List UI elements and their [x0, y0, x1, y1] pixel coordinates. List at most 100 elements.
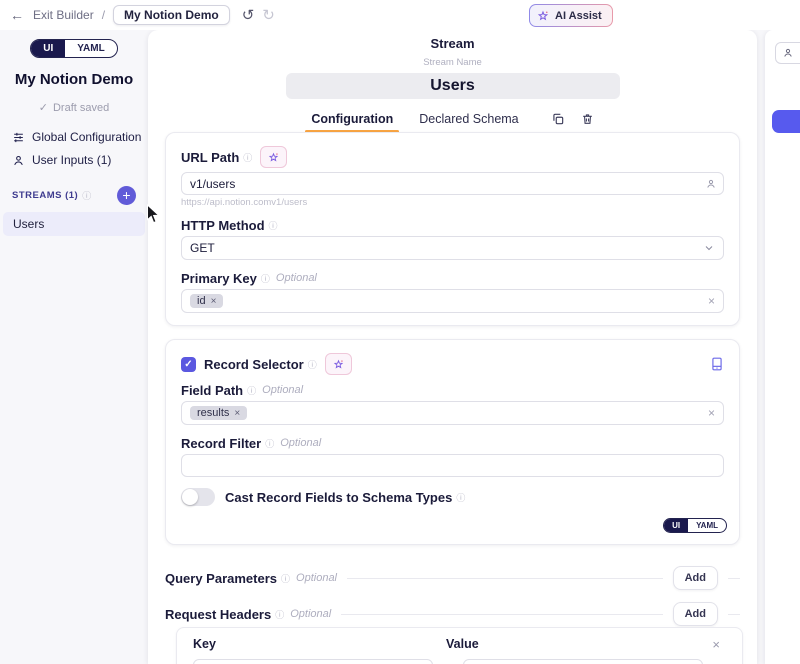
streams-header: STREAMS (1)	[12, 190, 78, 201]
testing-panel	[765, 30, 800, 664]
user-provided-icon[interactable]	[705, 178, 717, 190]
check-icon: ✓	[39, 101, 48, 114]
panel-title: Stream	[148, 36, 757, 51]
project-name-input[interactable]: My Notion Demo	[113, 5, 230, 25]
info-icon[interactable]: ⓘ	[456, 491, 465, 504]
copy-icon[interactable]	[551, 112, 565, 126]
value-label: Value	[446, 637, 479, 651]
clear-tags-icon[interactable]: ×	[708, 406, 715, 420]
http-method-select[interactable]: GET	[181, 236, 724, 260]
info-icon[interactable]: ⓘ	[281, 572, 290, 585]
divider	[341, 614, 662, 615]
url-path-label: URL Path	[181, 150, 239, 165]
field-path-label: Field Path	[181, 383, 243, 398]
request-headers-section: Request Headers ⓘ Optional Add	[165, 600, 740, 628]
divider	[347, 578, 663, 579]
sidebar-item-user-inputs[interactable]: User Inputs (1)	[12, 153, 148, 167]
record-selector-card: ✓ Record Selector ⓘ Field Path ⓘ Optiona…	[165, 339, 740, 545]
undo-icon[interactable]: ↺	[242, 6, 255, 24]
toggle-ui[interactable]: UI	[31, 40, 65, 57]
test-stream-button[interactable]	[772, 110, 800, 133]
builder-sidebar: UI YAML My Notion Demo ✓ Draft saved Glo…	[0, 30, 148, 664]
top-bar: ← Exit Builder / My Notion Demo ↺ ↻ AI A…	[0, 0, 800, 30]
key-label: Key	[193, 637, 446, 651]
add-stream-button[interactable]: +	[117, 186, 136, 205]
record-filter-label: Record Filter	[181, 436, 261, 451]
optional-label: Optional	[296, 572, 337, 584]
ai-assist-button[interactable]: AI Assist	[529, 4, 613, 27]
optional-label: Optional	[290, 608, 331, 620]
record-selector-ui-yaml-toggle[interactable]: UI YAML	[663, 518, 727, 533]
optional-label: Optional	[280, 437, 321, 449]
record-filter-input[interactable]	[181, 454, 724, 477]
add-query-parameter-button[interactable]: Add	[673, 566, 718, 590]
primary-key-tag-input[interactable]: id × ×	[181, 289, 724, 313]
redo-icon[interactable]: ↻	[262, 6, 275, 24]
cast-fields-toggle[interactable]	[181, 488, 215, 506]
tag-chip-id[interactable]: id ×	[190, 294, 223, 308]
ai-suggest-button[interactable]	[325, 353, 352, 375]
tab-declared-schema[interactable]: Declared Schema	[419, 112, 518, 133]
sparkle-star-icon	[537, 10, 549, 22]
info-icon[interactable]: ⓘ	[243, 151, 252, 164]
info-icon[interactable]: ⓘ	[247, 384, 256, 397]
tab-configuration[interactable]: Configuration	[311, 112, 393, 133]
info-icon[interactable]: ⓘ	[275, 608, 284, 621]
sidebar-item-global-configuration[interactable]: Global Configuration	[12, 130, 148, 144]
info-icon[interactable]: ⓘ	[261, 272, 270, 285]
request-headers-label: Request Headers	[165, 607, 271, 622]
info-icon[interactable]: ⓘ	[269, 219, 278, 232]
chevron-down-icon	[703, 242, 715, 254]
user-icon	[12, 154, 25, 167]
field-path-tag-input[interactable]: results × ×	[181, 401, 724, 425]
stream-tabs: Configuration Declared Schema	[148, 112, 757, 133]
sidebar-item-stream-users[interactable]: Users	[3, 212, 145, 236]
request-header-row: Key Value ×	[176, 627, 743, 664]
breadcrumb-separator: /	[102, 8, 105, 22]
add-request-header-button[interactable]: Add	[673, 602, 718, 626]
query-parameters-section: Query Parameters ⓘ Optional Add	[165, 564, 740, 592]
divider	[728, 614, 740, 615]
remove-tag-icon[interactable]: ×	[234, 408, 240, 419]
clear-tags-icon[interactable]: ×	[708, 294, 715, 308]
request-card: URL Path ⓘ https://api.notion.comv1/user…	[165, 132, 740, 326]
url-path-input[interactable]	[181, 172, 724, 195]
remove-header-icon[interactable]: ×	[712, 637, 726, 652]
stream-config-panel: Stream Stream Name Users Configuration D…	[148, 30, 757, 664]
optional-label: Optional	[262, 384, 303, 396]
divider	[728, 578, 740, 579]
info-icon[interactable]: ⓘ	[265, 437, 274, 450]
header-value-input[interactable]	[463, 659, 703, 664]
info-icon[interactable]: ⓘ	[82, 189, 91, 202]
record-selector-label: Record Selector	[204, 357, 304, 372]
ai-suggest-button[interactable]	[260, 146, 287, 168]
docs-icon[interactable]	[710, 356, 724, 372]
http-method-label: HTTP Method	[181, 218, 265, 233]
stream-name-input[interactable]: Users	[286, 73, 620, 99]
stream-name-label: Stream Name	[148, 57, 757, 68]
primary-key-label: Primary Key	[181, 271, 257, 286]
user-icon	[782, 47, 794, 59]
sliders-icon	[12, 131, 25, 144]
ui-yaml-toggle[interactable]: UI YAML	[30, 39, 117, 58]
header-key-input[interactable]	[193, 659, 433, 664]
testing-values-button[interactable]	[775, 42, 800, 64]
url-preview-text: https://api.notion.comv1/users	[181, 197, 724, 207]
record-selector-checkbox[interactable]: ✓	[181, 357, 196, 372]
draft-status: ✓ Draft saved	[0, 101, 148, 114]
toggle-yaml[interactable]: YAML	[688, 519, 726, 532]
toggle-ui[interactable]: UI	[664, 519, 688, 532]
trash-icon[interactable]	[581, 112, 594, 126]
back-icon[interactable]: ←	[10, 7, 24, 23]
info-icon[interactable]: ⓘ	[308, 358, 317, 371]
cast-fields-label: Cast Record Fields to Schema Types	[225, 490, 452, 505]
toggle-yaml[interactable]: YAML	[65, 40, 116, 57]
connector-title: My Notion Demo	[0, 71, 148, 88]
optional-label: Optional	[276, 272, 317, 284]
remove-tag-icon[interactable]: ×	[211, 296, 217, 307]
exit-builder-link[interactable]: Exit Builder	[33, 8, 94, 22]
ai-assist-label: AI Assist	[555, 10, 602, 22]
query-parameters-label: Query Parameters	[165, 571, 277, 586]
streams-header-row: STREAMS (1) ⓘ +	[12, 186, 136, 205]
tag-chip-results[interactable]: results ×	[190, 406, 247, 420]
